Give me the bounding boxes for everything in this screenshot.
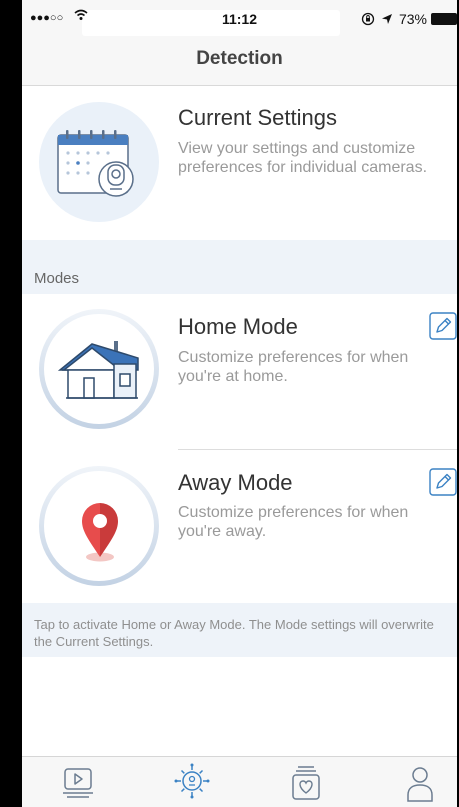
live-video-icon[interactable]: [58, 761, 98, 805]
status-right: 73%: [361, 11, 427, 27]
status-bar: ●●●○○ 11:12 73%: [22, 0, 457, 40]
away-mode-title: Away Mode: [178, 470, 293, 495]
page-title: Detection: [196, 48, 283, 69]
home-mode-description: Customize preferences for when you're at…: [178, 349, 409, 385]
profile-icon[interactable]: [400, 761, 440, 805]
edit-away-mode-icon[interactable]: [429, 468, 457, 496]
location-pin-icon: [39, 466, 159, 586]
current-settings-row[interactable]: Current Settings View your settings and …: [22, 87, 457, 240]
house-icon: [39, 309, 159, 429]
away-mode-row[interactable]: Away Mode Customize preferences for when…: [22, 450, 457, 603]
left-edge: [0, 0, 22, 807]
current-settings-title: Current Settings: [178, 105, 337, 130]
edit-home-mode-icon[interactable]: [429, 312, 457, 340]
home-mode-row[interactable]: Home Mode Customize preferences for when…: [22, 294, 457, 449]
battery-icon: [431, 13, 457, 25]
nav-bar: Detection: [22, 40, 457, 86]
tab-bar: [22, 756, 457, 807]
modes-section-header: Modes: [22, 240, 457, 294]
calendar-camera-icon: [39, 102, 159, 222]
mode-note: Tap to activate Home or Away Mode. The M…: [34, 617, 434, 649]
modes-section-label: Modes: [34, 270, 80, 287]
detection-icon[interactable]: [172, 761, 212, 805]
mode-note-band: Tap to activate Home or Away Mode. The M…: [22, 603, 457, 657]
battery-percent: 73%: [398, 11, 427, 27]
orientation-lock-icon: [361, 12, 375, 26]
location-icon: [381, 14, 392, 24]
app: ●●●○○ 11:12 73% Detection Current Settin…: [22, 0, 457, 807]
home-mode-title: Home Mode: [178, 314, 298, 339]
memories-icon[interactable]: [286, 761, 326, 805]
away-mode-description: Customize preferences for when you're aw…: [178, 504, 409, 540]
current-settings-description: View your settings and customize prefere…: [178, 140, 428, 176]
